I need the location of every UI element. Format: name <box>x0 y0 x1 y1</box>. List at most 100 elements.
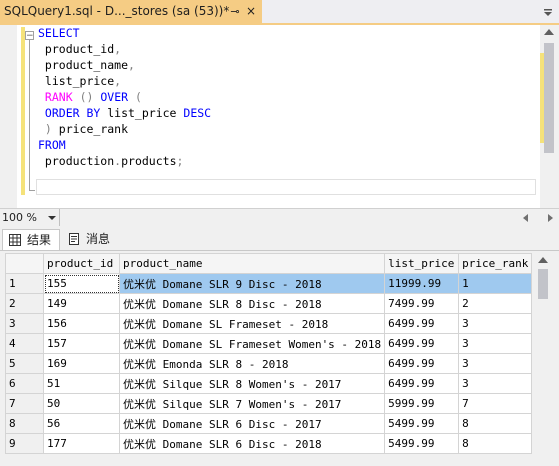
table-cell[interactable]: 6499.99 <box>384 313 460 334</box>
table-cell[interactable]: 3 <box>458 373 533 394</box>
table-cell[interactable]: 157 <box>43 333 120 354</box>
table-cell[interactable]: 3 <box>458 333 533 354</box>
row-number[interactable]: 7 <box>5 393 44 414</box>
code-line[interactable]: product_name, <box>38 57 211 73</box>
tab-title: SQLQuery1.sql - D..._stores (sa (53))* <box>4 4 230 18</box>
table-cell[interactable]: 8 <box>458 433 533 454</box>
table-row[interactable]: 9 177 优米优 Domane SLR 6 Disc - 2018 5499.99 8 <box>5 433 533 454</box>
code-line[interactable]: RANK () OVER ( <box>38 89 211 105</box>
table-cell[interactable]: 149 <box>43 293 120 314</box>
grid-icon <box>9 234 21 246</box>
table-cell[interactable]: 优米优 Domane SLR 9 Disc - 2018 <box>118 273 386 294</box>
table-cell[interactable]: 7 <box>458 393 533 414</box>
table-cell[interactable]: 6499.99 <box>384 373 460 394</box>
table-cell[interactable]: 1 <box>458 273 533 294</box>
code-text[interactable]: SELECT product_id, product_name, list_pr… <box>38 25 211 169</box>
code-line[interactable]: list_price, <box>38 73 211 89</box>
column-header[interactable]: list_price <box>384 253 460 274</box>
table-row[interactable]: 7 50 优米优 Silque SLR 7 Women's - 2017 5999.9… <box>5 393 533 414</box>
collapse-icon[interactable]: − <box>25 31 34 41</box>
table-cell[interactable]: 177 <box>43 433 120 454</box>
close-icon[interactable]: × <box>245 0 257 23</box>
table-cell[interactable]: 6499.99 <box>384 353 460 374</box>
scroll-left-icon[interactable] <box>523 214 528 222</box>
table-cell[interactable]: 6499.99 <box>384 333 460 354</box>
column-header[interactable]: product_name <box>118 253 386 274</box>
table-cell[interactable]: 51 <box>43 373 120 394</box>
table-cell[interactable]: 5999.99 <box>384 393 460 414</box>
table-row[interactable]: 4 157 优米优 Domane SL Frameset Women's - 201… <box>5 333 533 354</box>
tab-sqlquery1[interactable]: SQLQuery1.sql - D..._stores (sa (53))* ⊸… <box>0 0 262 23</box>
code-line[interactable]: ) price_rank <box>38 121 211 137</box>
scrollbar-thumb[interactable] <box>544 43 554 153</box>
code-line[interactable]: ORDER BY list_price DESC <box>38 105 211 121</box>
scroll-up-icon[interactable] <box>544 29 554 35</box>
code-line[interactable]: product_id, <box>38 41 211 57</box>
table-row[interactable]: 3 156 优米优 Domane SL Frameset - 2018 6499.99… <box>5 313 533 334</box>
results-table: product_id product_name list_price price_ra… <box>5 253 533 454</box>
table-cell[interactable]: 优米优 Silque SLR 8 Women's - 2017 <box>118 373 386 394</box>
table-cell[interactable]: 优米优 Domane SL Frameset Women's - 2018 <box>118 333 386 354</box>
table-cell[interactable]: 优米优 Domane SLR 6 Disc - 2017 <box>118 413 386 434</box>
row-number[interactable]: 3 <box>5 313 44 334</box>
table-row[interactable]: 1 155 优米优 Domane SLR 9 Disc - 2018 11999.99… <box>5 273 533 294</box>
table-cell[interactable]: 7499.99 <box>384 293 460 314</box>
table-row[interactable]: 8 56 优米优 Domane SLR 6 Disc - 2017 5499.99 8 <box>5 413 533 434</box>
row-number[interactable]: 8 <box>5 413 44 434</box>
table-cell[interactable]: 优米优 Silque SLR 7 Women's - 2017 <box>118 393 386 414</box>
code-line[interactable]: SELECT <box>38 25 211 41</box>
code-token: DESC <box>183 106 212 120</box>
code-token: product_id <box>38 42 115 56</box>
code-line[interactable]: production.products; <box>38 153 211 169</box>
row-number[interactable]: 1 <box>5 273 44 294</box>
table-cell[interactable]: 50 <box>43 393 120 414</box>
grid-vertical-scrollbar[interactable] <box>536 253 550 466</box>
column-header[interactable]: product_id <box>43 253 120 274</box>
tab-results[interactable]: 结果 <box>2 229 60 250</box>
code-token: , <box>114 74 122 88</box>
table-cell[interactable]: 5499.99 <box>384 433 460 454</box>
code-line[interactable]: FROM <box>38 137 211 153</box>
pin-icon[interactable]: ⊸ <box>229 0 241 23</box>
row-number[interactable]: 5 <box>5 353 44 374</box>
table-row[interactable]: 5 169 优米优 Emonda SLR 8 - 2018 6499.99 3 <box>5 353 533 374</box>
results-grid[interactable]: product_id product_name list_price price_ra… <box>0 251 559 466</box>
table-cell[interactable]: 155 <box>43 273 120 294</box>
chevron-down-icon <box>48 216 56 220</box>
table-cell[interactable]: 2 <box>458 293 533 314</box>
message-icon <box>69 233 79 245</box>
code-token: list_price <box>38 74 115 88</box>
table-cell[interactable]: 56 <box>43 413 120 434</box>
table-cell[interactable]: 11999.99 <box>384 273 460 294</box>
table-cell[interactable]: 5499.99 <box>384 413 460 434</box>
table-cell[interactable]: 156 <box>43 313 120 334</box>
scroll-up-icon[interactable] <box>538 257 548 263</box>
table-cell[interactable]: 优米优 Domane SL Frameset - 2018 <box>118 313 386 334</box>
table-row[interactable]: 6 51 优米优 Silque SLR 8 Women's - 2017 6499.9… <box>5 373 533 394</box>
table-cell[interactable]: 169 <box>43 353 120 374</box>
table-cell[interactable]: 3 <box>458 313 533 334</box>
scroll-right-icon[interactable] <box>548 214 553 222</box>
code-token: SELECT <box>38 26 80 40</box>
code-token: ) <box>38 122 59 136</box>
scrollbar-thumb[interactable] <box>538 269 548 299</box>
tab-messages[interactable]: 消息 <box>62 229 116 250</box>
zoom-dropdown[interactable]: 100 % <box>0 209 60 226</box>
corner-cell[interactable] <box>5 253 44 274</box>
table-cell[interactable]: 优米优 Domane SLR 6 Disc - 2018 <box>118 433 386 454</box>
sql-editor[interactable]: − SELECT product_id, product_name, list_… <box>0 25 559 208</box>
document-tab-bar: SQLQuery1.sql - D..._stores (sa (53))* ⊸… <box>0 0 559 25</box>
row-number[interactable]: 2 <box>5 293 44 314</box>
row-number[interactable]: 4 <box>5 333 44 354</box>
column-header[interactable]: price_rank <box>458 253 533 274</box>
editor-vertical-scrollbar[interactable] <box>540 25 559 208</box>
tab-list-dropdown-icon[interactable] <box>541 5 555 19</box>
table-row[interactable]: 2 149 优米优 Domane SLR 8 Disc - 2018 7499.99 2 <box>5 293 533 314</box>
table-cell[interactable]: 优米优 Domane SLR 8 Disc - 2018 <box>118 293 386 314</box>
row-number[interactable]: 9 <box>5 433 44 454</box>
table-cell[interactable]: 优米优 Emonda SLR 8 - 2018 <box>118 353 386 374</box>
table-cell[interactable]: 8 <box>458 413 533 434</box>
row-number[interactable]: 6 <box>5 373 44 394</box>
table-cell[interactable]: 3 <box>458 353 533 374</box>
tab-messages-label: 消息 <box>86 232 111 246</box>
